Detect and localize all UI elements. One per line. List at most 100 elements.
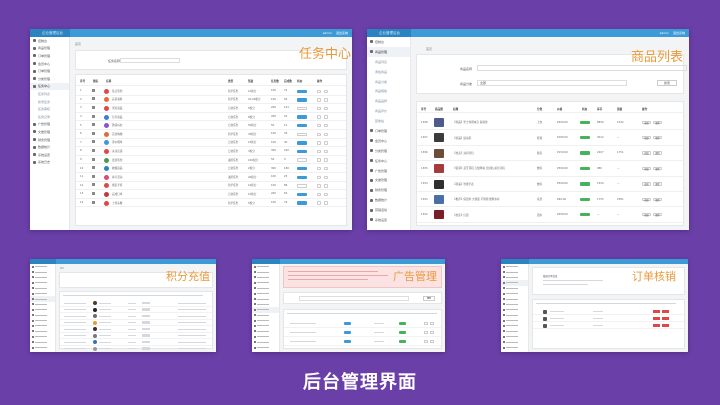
- delete-button[interactable]: [324, 98, 328, 102]
- sidebar-item[interactable]: [30, 345, 55, 350]
- product-name-input[interactable]: [477, 65, 687, 71]
- delete-button[interactable]: 删除: [653, 120, 662, 125]
- cancel-button[interactable]: [662, 324, 669, 327]
- sidebar-item[interactable]: 任务中心: [367, 156, 410, 166]
- sidebar-item[interactable]: 商品分类: [367, 77, 410, 87]
- ad-status[interactable]: [399, 340, 406, 343]
- status-toggle[interactable]: [297, 192, 307, 197]
- edit-button[interactable]: [317, 106, 321, 111]
- logout-link[interactable]: 退出系统: [336, 29, 348, 37]
- sidebar-item[interactable]: 文章管理: [30, 128, 69, 136]
- sidebar-item[interactable]: 订单管理: [30, 52, 69, 60]
- status-badge[interactable]: [580, 197, 590, 202]
- delete-button[interactable]: [430, 340, 434, 343]
- edit-button[interactable]: [317, 175, 321, 180]
- sidebar-item[interactable]: 分类管理: [367, 146, 410, 156]
- sidebar-item[interactable]: 数据统计: [30, 143, 69, 151]
- status-badge[interactable]: [580, 166, 590, 171]
- edit-button[interactable]: [424, 340, 428, 343]
- sidebar-item[interactable]: 财务管理: [30, 136, 69, 144]
- edit-button[interactable]: 编辑: [642, 120, 651, 125]
- edit-button[interactable]: 编辑: [642, 135, 651, 140]
- delete-button[interactable]: [324, 149, 328, 154]
- status-toggle[interactable]: [297, 115, 307, 119]
- status-toggle[interactable]: [297, 201, 307, 205]
- delete-button[interactable]: [324, 175, 328, 180]
- edit-button[interactable]: 编辑: [642, 151, 651, 155]
- sidebar-item[interactable]: 任务记录: [30, 113, 69, 121]
- edit-button[interactable]: 编辑: [642, 166, 651, 171]
- delete-button[interactable]: [324, 201, 328, 205]
- status-badge[interactable]: [580, 120, 590, 125]
- status-toggle[interactable]: [297, 141, 307, 145]
- sidebar-item[interactable]: 系统设置: [30, 151, 69, 159]
- status-toggle[interactable]: [297, 184, 307, 188]
- sidebar-item[interactable]: 控制台: [30, 37, 69, 45]
- delete-button[interactable]: 删除: [653, 151, 662, 155]
- edit-button[interactable]: [317, 123, 321, 128]
- sidebar-item[interactable]: 任务列表: [30, 90, 69, 98]
- sidebar-item[interactable]: 分类管理: [30, 75, 69, 83]
- edit-button[interactable]: [317, 201, 321, 205]
- cancel-button[interactable]: [662, 317, 669, 320]
- status-toggle[interactable]: [297, 98, 307, 102]
- edit-button[interactable]: [317, 149, 321, 154]
- edit-button[interactable]: [424, 331, 428, 334]
- sidebar-item[interactable]: 商品列表: [367, 57, 410, 67]
- status-badge[interactable]: [580, 151, 590, 155]
- sidebar-item[interactable]: 商品品牌: [367, 96, 410, 106]
- status-toggle[interactable]: [297, 149, 307, 154]
- sidebar-item[interactable]: 会员中心: [30, 60, 69, 68]
- status-badge[interactable]: [580, 135, 590, 140]
- status-toggle[interactable]: [297, 158, 307, 162]
- sidebar-item[interactable]: 商品管理: [30, 45, 69, 53]
- delete-button[interactable]: [430, 331, 434, 334]
- delete-button[interactable]: [430, 322, 434, 325]
- sidebar-item[interactable]: 文章管理: [367, 175, 410, 185]
- sidebar-item[interactable]: 广告管理: [30, 121, 69, 129]
- edit-button[interactable]: 编辑: [642, 182, 651, 186]
- sidebar-item[interactable]: 商品管理: [367, 46, 410, 57]
- search-button[interactable]: 搜索: [657, 80, 677, 86]
- user-name[interactable]: admin: [323, 29, 332, 37]
- delete-button[interactable]: [324, 115, 328, 119]
- edit-button[interactable]: 编辑: [642, 197, 651, 202]
- ad-search-input[interactable]: [299, 296, 409, 301]
- sidebar-item[interactable]: 数据统计: [367, 195, 410, 205]
- sidebar-item[interactable]: 添加商品: [367, 67, 410, 77]
- sidebar-item[interactable]: 商品规格: [367, 86, 410, 96]
- status-toggle[interactable]: [297, 132, 307, 137]
- delete-button[interactable]: [324, 184, 328, 188]
- sidebar-item[interactable]: 订单管理: [30, 67, 69, 75]
- sidebar-item[interactable]: 回收站: [367, 116, 410, 126]
- delete-button[interactable]: 删除: [653, 182, 662, 186]
- sidebar-item[interactable]: [252, 345, 279, 350]
- delete-button[interactable]: [324, 192, 328, 197]
- delete-button[interactable]: 删除: [653, 212, 662, 217]
- edit-button[interactable]: [317, 141, 321, 145]
- edit-button[interactable]: [317, 184, 321, 188]
- edit-button[interactable]: [317, 158, 321, 162]
- sidebar-item[interactable]: 广告管理: [367, 166, 410, 176]
- delete-button[interactable]: [324, 123, 328, 128]
- sidebar-item[interactable]: 控制台: [367, 37, 410, 47]
- status-toggle[interactable]: [297, 106, 307, 111]
- sidebar-item[interactable]: 订单管理: [367, 126, 410, 136]
- delete-button[interactable]: [324, 89, 328, 94]
- status-toggle[interactable]: [297, 175, 307, 180]
- sidebar-item[interactable]: 商品评价: [367, 106, 410, 116]
- edit-button[interactable]: [317, 89, 321, 94]
- ad-search-button[interactable]: 搜索: [423, 296, 435, 301]
- ad-status[interactable]: [399, 331, 406, 334]
- sidebar-item[interactable]: 营销活动: [367, 205, 410, 215]
- edit-button[interactable]: [317, 132, 321, 137]
- status-toggle[interactable]: [297, 166, 307, 171]
- sidebar-item[interactable]: 任务审核: [30, 105, 69, 113]
- category-select[interactable]: 全部: [477, 80, 627, 86]
- cancel-button[interactable]: [662, 310, 669, 313]
- user-name[interactable]: admin: [660, 29, 669, 37]
- delete-button[interactable]: [324, 106, 328, 111]
- sidebar-item[interactable]: 系统日志: [30, 159, 69, 167]
- status-badge[interactable]: [580, 182, 590, 186]
- edit-button[interactable]: [317, 115, 321, 119]
